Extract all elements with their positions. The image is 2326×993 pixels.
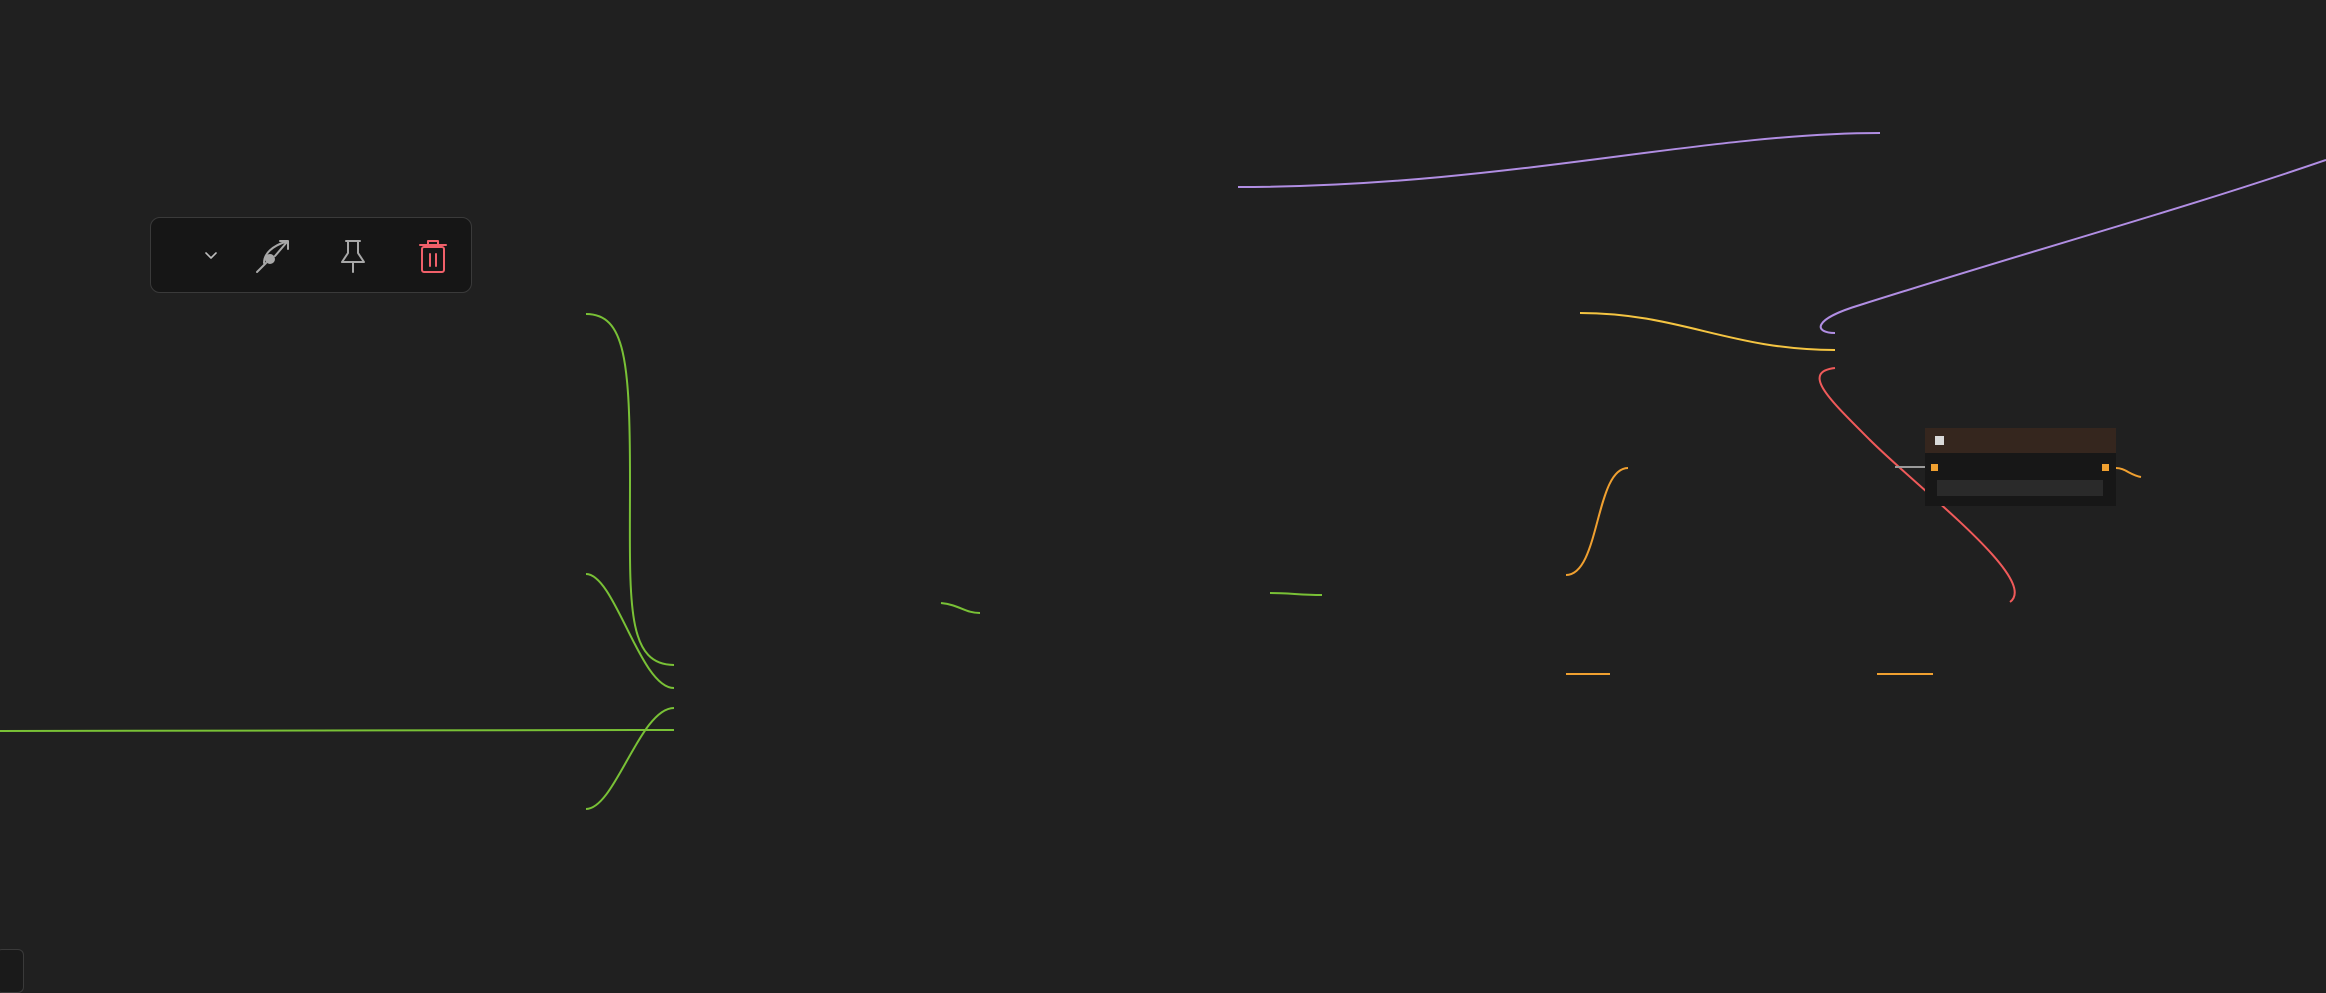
- collapsed-node[interactable]: [1925, 428, 2116, 506]
- input-port[interactable]: [1931, 464, 1938, 471]
- node-header[interactable]: [1925, 428, 2116, 453]
- bypass-button[interactable]: [247, 230, 299, 282]
- link-orange-curve: [1565, 467, 1629, 576]
- pin-button[interactable]: [327, 230, 379, 282]
- link-green-low: [585, 707, 675, 810]
- link-green-mid: [585, 573, 675, 689]
- link-orange-out: [2115, 467, 2142, 478]
- selection-toolbar: [150, 217, 472, 293]
- link-green-long: [0, 729, 675, 732]
- output-port[interactable]: [2102, 464, 2109, 471]
- node-collapse-dot[interactable]: [1935, 436, 1944, 445]
- link-yellow: [1579, 312, 1836, 351]
- link-purple-top: [1237, 132, 1881, 188]
- delete-button[interactable]: [407, 230, 459, 282]
- chevron-down-icon: [205, 252, 217, 259]
- collapse-toggle-button[interactable]: [185, 230, 237, 282]
- node-widget[interactable]: [1937, 480, 2103, 496]
- link-green-stub-a: [940, 602, 981, 614]
- link-arrow-icon: [256, 240, 289, 273]
- link-green-tall: [585, 313, 675, 666]
- link-green-stub-b: [1269, 592, 1323, 596]
- corner-panel-tab[interactable]: [0, 949, 24, 993]
- trash-icon: [419, 240, 447, 273]
- pin-icon: [341, 240, 365, 273]
- link-purple-right: [1819, 159, 2326, 334]
